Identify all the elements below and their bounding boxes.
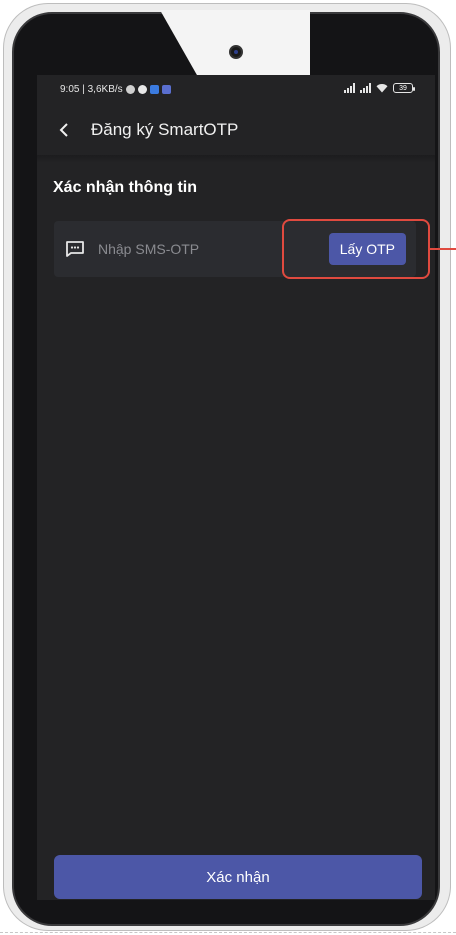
status-left: 9:05 | 3,6KB/s bbox=[60, 84, 171, 95]
get-otp-highlight-box bbox=[282, 219, 430, 279]
page-title: Đăng ký SmartOTP bbox=[91, 120, 239, 139]
status-time-speed: 9:05 | 3,6KB/s bbox=[60, 84, 123, 95]
header-divider bbox=[37, 155, 435, 163]
confirm-button[interactable]: Xác nhận bbox=[54, 855, 422, 899]
dashed-divider bbox=[0, 932, 456, 933]
notification-icon bbox=[125, 85, 135, 94]
signal-icon-2 bbox=[360, 83, 371, 93]
app-notification-icon-2 bbox=[161, 85, 171, 94]
app-header: Đăng ký SmartOTP bbox=[37, 105, 435, 155]
app-screen: 9:05 | 3,6KB/s 39 Đăng ký SmartOTP Xác n… bbox=[37, 75, 435, 900]
signal-icon bbox=[344, 83, 355, 93]
front-camera bbox=[229, 45, 243, 59]
battery-icon: 39 bbox=[393, 83, 415, 93]
wifi-icon bbox=[376, 84, 388, 93]
app-notification-icon bbox=[149, 85, 159, 94]
status-right: 39 bbox=[344, 83, 415, 93]
highlight-pointer-line bbox=[430, 248, 456, 250]
chevron-left-icon[interactable] bbox=[53, 119, 75, 141]
status-bar: 9:05 | 3,6KB/s 39 bbox=[37, 75, 435, 105]
alarm-icon bbox=[137, 85, 147, 94]
sms-icon bbox=[66, 241, 84, 257]
section-title: Xác nhận thông tin bbox=[53, 179, 197, 196]
